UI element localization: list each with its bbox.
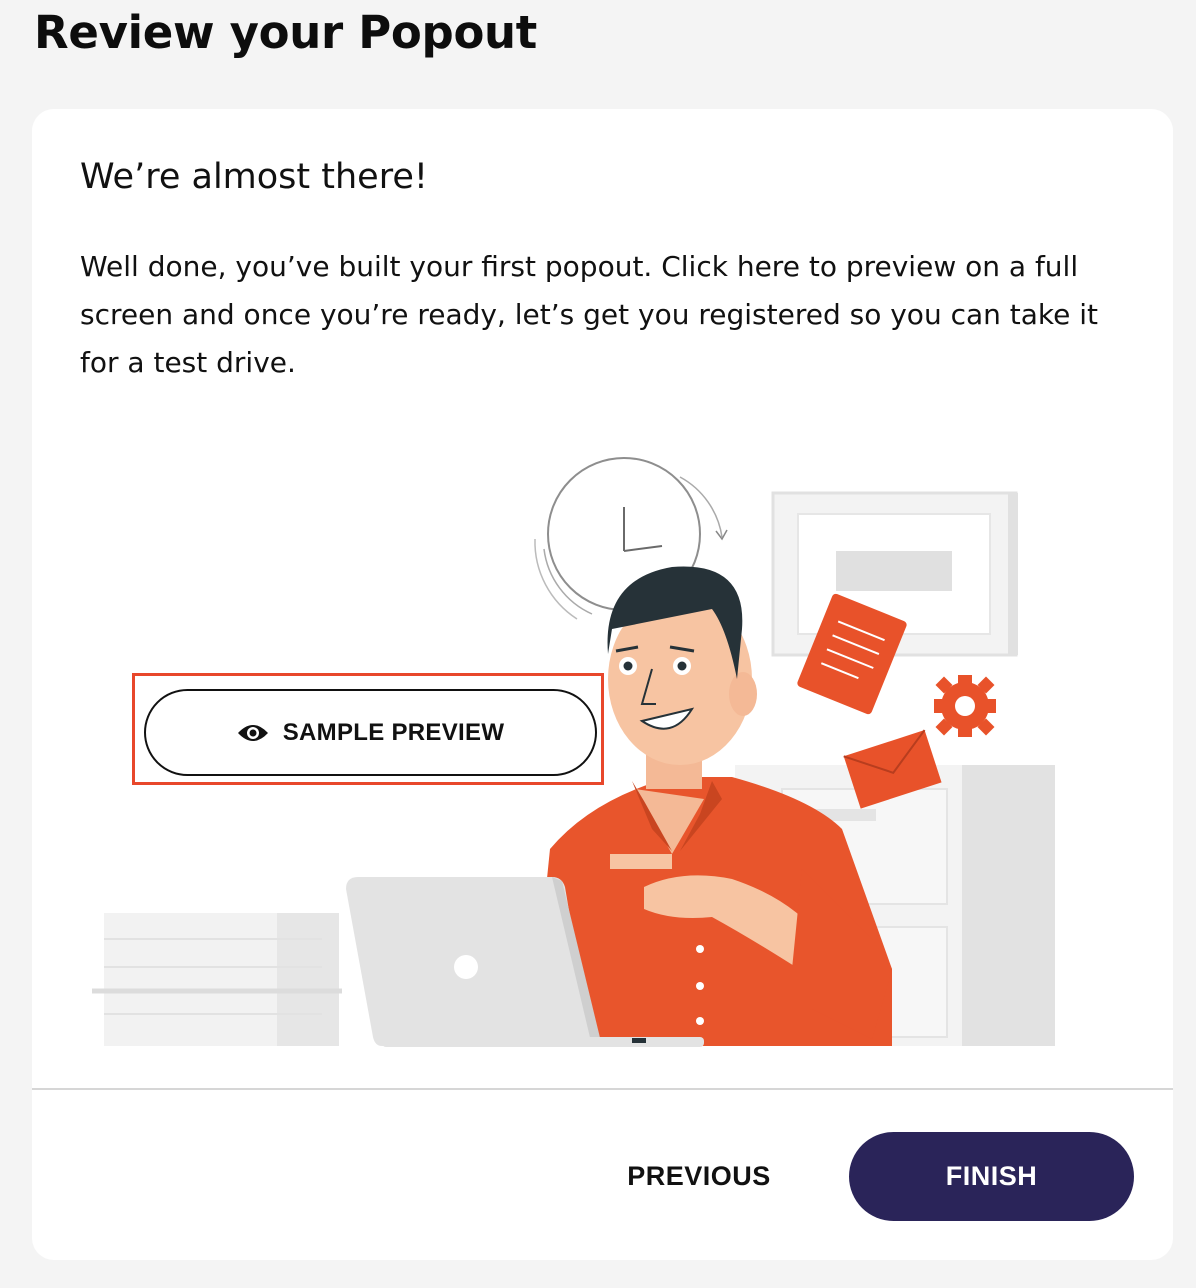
sample-preview-button[interactable]: SAMPLE PREVIEW [144, 689, 597, 776]
paper-stack-decoration [92, 913, 342, 1046]
card-description: Well done, you’ve built your first popou… [80, 250, 1099, 379]
finish-button[interactable]: FINISH [849, 1132, 1134, 1221]
card-heading: We’re almost there! [80, 157, 428, 197]
review-card: We’re almost there! Well done, you’ve bu… [32, 109, 1173, 1260]
previous-button[interactable]: PREVIOUS [606, 1132, 792, 1220]
page-title: Review your Popout [34, 6, 538, 59]
eye-icon [237, 723, 269, 743]
footer-divider [32, 1088, 1173, 1090]
gear-icon [934, 675, 996, 737]
sample-preview-label: SAMPLE PREVIEW [282, 718, 505, 746]
